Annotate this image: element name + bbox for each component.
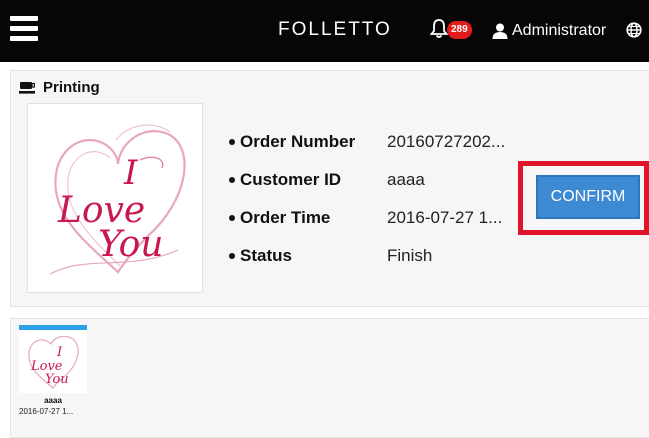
app-title: FOLLETTO — [278, 19, 392, 40]
detail-row-status: Status Finish — [229, 237, 505, 275]
detail-row-customer-id: Customer ID aaaa — [229, 161, 505, 199]
user-icon — [492, 23, 508, 39]
user-menu[interactable]: Administrator — [492, 20, 606, 42]
bullet-icon — [229, 139, 235, 145]
menu-icon[interactable] — [10, 16, 38, 42]
panel-header: Printing — [19, 79, 100, 96]
bullet-icon — [229, 253, 235, 259]
svg-text:You: You — [98, 224, 164, 265]
svg-text:I: I — [123, 153, 138, 193]
detail-label: Order Time — [240, 208, 331, 227]
order-image: I Love You — [27, 103, 203, 293]
detail-label: Order Number — [240, 132, 356, 151]
love-you-artwork: I Love You — [49, 124, 186, 275]
queue-card-time: 2016-07-27 1... — [19, 407, 74, 416]
detail-value: 2016-07-27 1... — [387, 208, 503, 227]
top-bar: FOLLETTO 289 Administrator — [0, 0, 649, 62]
bell-icon[interactable] — [430, 19, 448, 39]
bullet-icon — [229, 215, 235, 221]
detail-row-order-number: Order Number 20160727202... — [229, 123, 505, 161]
bullet-icon — [229, 177, 235, 183]
svg-text:I: I — [56, 345, 63, 360]
love-you-thumbnail: I Love You — [28, 335, 79, 389]
notification-badge[interactable]: 289 — [447, 21, 472, 39]
detail-value: 20160727202... — [387, 132, 506, 151]
queue-card-image: I Love You — [19, 330, 87, 393]
order-details: Order Number 20160727202... Customer ID … — [229, 123, 505, 275]
detail-label: Customer ID — [240, 170, 342, 189]
queue-card[interactable]: I Love You aaaa 2016-07-27 1... — [19, 325, 87, 423]
detail-value: aaaa — [387, 170, 425, 189]
svg-text:You: You — [45, 372, 69, 387]
queue-card-name: aaaa — [44, 396, 62, 405]
panel-title: Printing — [43, 79, 100, 96]
detail-row-order-time: Order Time 2016-07-27 1... — [229, 199, 505, 237]
confirm-button[interactable]: CONFIRM — [536, 175, 640, 219]
detail-value: Finish — [387, 246, 433, 265]
order-queue: I Love You aaaa 2016-07-27 1... — [10, 318, 649, 438]
printer-icon — [19, 81, 35, 94]
globe-icon[interactable] — [626, 22, 642, 38]
user-name: Administrator — [512, 22, 607, 39]
detail-label: Status — [240, 246, 292, 265]
